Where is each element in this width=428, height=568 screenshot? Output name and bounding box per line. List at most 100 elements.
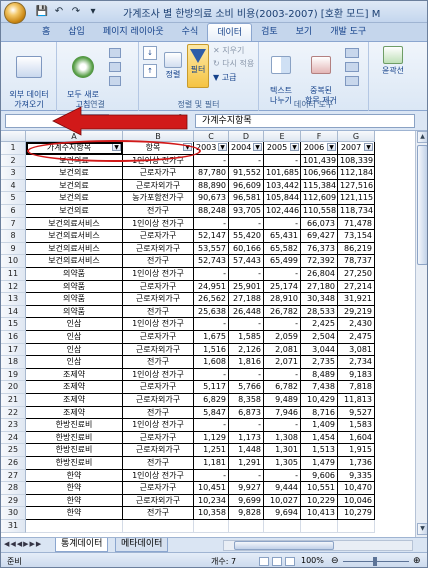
row-header[interactable]: 4 — [1, 179, 26, 193]
table-cell[interactable]: 인삼 — [26, 331, 123, 344]
table-cell[interactable]: 6,829 — [194, 394, 229, 407]
table-cell[interactable]: 보건의료서비스 — [26, 217, 123, 231]
table-cell[interactable]: 31,921 — [338, 293, 375, 306]
office-button[interactable] — [4, 2, 26, 24]
advanced-button[interactable]: ▼ 고급 — [213, 73, 257, 83]
table-cell[interactable]: 69,427 — [301, 230, 338, 243]
table-cell[interactable]: - — [229, 217, 264, 231]
table-cell[interactable]: 9,606 — [301, 469, 338, 483]
table-cell[interactable]: 전가구 — [123, 457, 194, 470]
table-cell[interactable]: 보건의료서비스 — [26, 230, 123, 243]
table-cell[interactable]: 근로자외가구 — [123, 394, 194, 407]
filter-dropdown-icon[interactable]: ▼ — [253, 143, 262, 151]
table-cell[interactable] — [229, 520, 264, 533]
table-cell[interactable]: 보건의료 — [26, 179, 123, 193]
table-cell[interactable]: 근로자가구 — [123, 280, 194, 294]
horizontal-scroll-thumb[interactable] — [234, 541, 334, 550]
table-cell[interactable]: 1,251 — [194, 444, 229, 457]
table-cell[interactable]: 2,430 — [338, 318, 375, 331]
zoom-slider-thumb[interactable] — [373, 557, 377, 566]
row-header[interactable]: 24 — [1, 431, 26, 445]
table-cell[interactable]: 근로자외가구 — [123, 343, 194, 357]
row-header[interactable]: 16 — [1, 331, 26, 344]
row-header[interactable]: 22 — [1, 406, 26, 420]
table-cell[interactable]: - — [229, 268, 264, 281]
table-cell[interactable]: 10,413 — [301, 507, 338, 520]
table-cell[interactable]: 1인이상 전가구 — [123, 419, 194, 432]
table-cell[interactable]: 26,562 — [194, 293, 229, 306]
reapply-button[interactable]: ↻ 다시 적용 — [213, 59, 259, 69]
table-cell[interactable]: 한약 — [26, 482, 123, 495]
table-cell[interactable]: 1인이상 전가구 — [123, 217, 194, 231]
table-cell[interactable]: 25,174 — [264, 280, 301, 294]
page-break-view-icon[interactable] — [285, 557, 295, 566]
table-cell[interactable]: 57,443 — [229, 255, 264, 268]
row-header[interactable]: 26 — [1, 457, 26, 470]
table-cell[interactable]: 1,513 — [301, 444, 338, 457]
table-cell[interactable]: 1인이상 전가구 — [123, 268, 194, 281]
table-cell[interactable]: 조제약 — [26, 368, 123, 382]
table-cell[interactable]: 전가구 — [123, 205, 194, 218]
table-cell[interactable]: 65,431 — [264, 230, 301, 243]
table-cell[interactable]: 11,813 — [338, 394, 375, 407]
tab-home[interactable]: 홈 — [33, 23, 59, 41]
row-header[interactable]: 29 — [1, 494, 26, 508]
table-cell[interactable]: 24,951 — [194, 280, 229, 294]
table-cell[interactable]: 전가구 — [123, 356, 194, 369]
table-cell[interactable] — [194, 520, 229, 533]
table-cell[interactable]: 9,489 — [264, 394, 301, 407]
clear-button[interactable]: ✕ 지우기 — [213, 46, 257, 56]
table-cell[interactable]: 26,448 — [229, 305, 264, 319]
table-cell[interactable]: 조제약 — [26, 406, 123, 420]
table-cell[interactable]: 10,229 — [301, 494, 338, 508]
table-cell[interactable] — [301, 520, 338, 533]
table-cell[interactable]: - — [264, 318, 301, 331]
what-if-icon[interactable] — [345, 76, 359, 86]
table-cell[interactable]: 10,451 — [194, 482, 229, 495]
table-cell[interactable]: 의약품 — [26, 268, 123, 281]
table-cell[interactable]: 127,516 — [338, 179, 375, 193]
table-cell[interactable]: 10,429 — [301, 394, 338, 407]
sheet-tab-meta-data[interactable]: 메타데이터 — [115, 538, 169, 552]
save-icon[interactable]: 💾 — [35, 5, 49, 19]
row-header[interactable]: 18 — [1, 356, 26, 369]
table-cell[interactable]: 27,214 — [338, 280, 375, 294]
row-header[interactable]: 6 — [1, 205, 26, 218]
table-cell[interactable]: 1,604 — [338, 431, 375, 445]
table-cell[interactable]: - — [229, 154, 264, 168]
undo-icon[interactable]: ↶ — [52, 5, 66, 19]
table-cell[interactable]: - — [194, 217, 229, 231]
table-cell[interactable]: 72,392 — [301, 255, 338, 268]
row-header[interactable]: 13 — [1, 293, 26, 306]
row-header[interactable]: 14 — [1, 305, 26, 319]
table-cell[interactable]: 112,184 — [338, 167, 375, 180]
table-cell[interactable]: 9,335 — [338, 469, 375, 483]
table-cell[interactable]: 1,409 — [301, 419, 338, 432]
properties-icon[interactable] — [109, 62, 121, 72]
table-cell[interactable]: 7,818 — [338, 381, 375, 394]
table-cell[interactable]: 2,735 — [301, 356, 338, 369]
table-cell[interactable]: - — [229, 469, 264, 483]
table-cell[interactable]: 66,073 — [301, 217, 338, 231]
table-cell[interactable]: 27,180 — [301, 280, 338, 294]
table-cell[interactable]: 101,685 — [264, 167, 301, 180]
table-cell[interactable]: 112,609 — [301, 192, 338, 205]
external-data-button[interactable]: 외부 데이터 가져오기 — [3, 46, 55, 110]
select-all-corner[interactable] — [1, 131, 26, 142]
table-cell[interactable]: 2,081 — [264, 343, 301, 357]
table-cell[interactable]: 101,439 — [301, 154, 338, 168]
sort-desc-icon[interactable]: ↑ — [143, 64, 157, 78]
row-header[interactable]: 1 — [1, 142, 26, 155]
tab-developer[interactable]: 개발 도구 — [321, 23, 375, 41]
formula-input[interactable]: 가계수지항목 — [195, 114, 415, 128]
table-cell[interactable]: 전가구 — [123, 255, 194, 268]
table-cell[interactable]: 25,638 — [194, 305, 229, 319]
table-cell[interactable]: 9,694 — [264, 507, 301, 520]
table-cell[interactable]: 1,129 — [194, 431, 229, 445]
table-cell[interactable]: 1,454 — [301, 431, 338, 445]
table-cell[interactable]: 1,448 — [229, 444, 264, 457]
table-cell[interactable]: 1,291 — [229, 457, 264, 470]
table-cell[interactable]: 1,736 — [338, 457, 375, 470]
row-header[interactable]: 5 — [1, 192, 26, 205]
filter-dropdown-icon[interactable]: ▼ — [364, 143, 373, 151]
